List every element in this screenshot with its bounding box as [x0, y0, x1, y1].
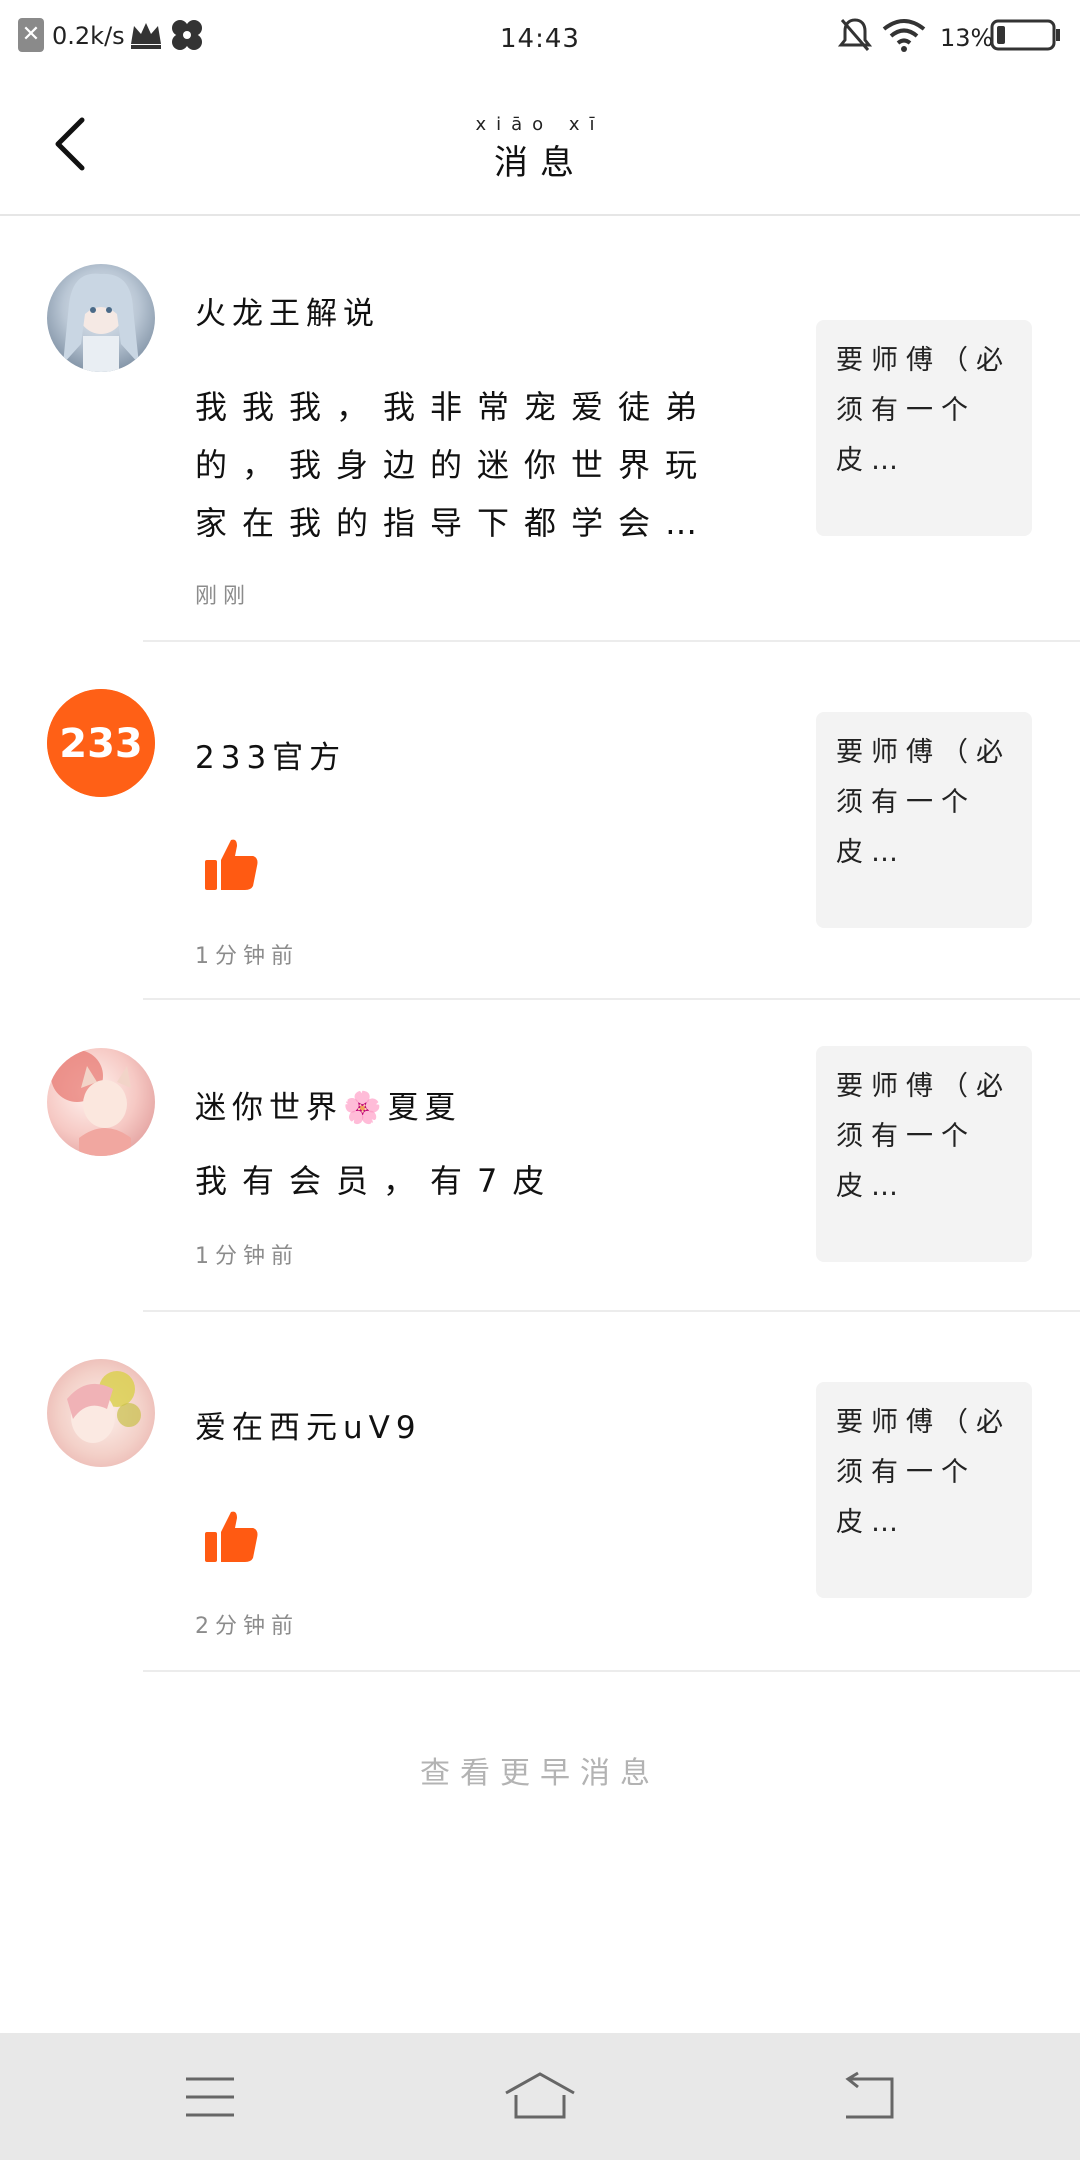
- header: xiāo xī 消息: [0, 72, 1080, 216]
- thumbs-up-icon: [205, 839, 258, 890]
- avatar[interactable]: [47, 1048, 155, 1156]
- page-title-text: 消息: [494, 143, 586, 183]
- sender-name: 迷你世界🌸夏夏: [195, 1090, 462, 1126]
- load-older-messages-link[interactable]: 查看更早消息: [0, 1748, 1080, 1792]
- pinwheel-icon: [172, 20, 202, 50]
- page-title: xiāo xī 消息: [0, 114, 1080, 184]
- crown-icon: [131, 23, 161, 49]
- system-nav-bar: [0, 2033, 1080, 2160]
- message-time: 1分钟前: [195, 944, 299, 969]
- battery-percentage: 13%: [940, 24, 994, 52]
- thumbs-up-icon: [205, 1511, 258, 1562]
- message-item[interactable]: 233 233官方 1分钟前 要师傅（必须有一个皮…: [0, 642, 1080, 998]
- battery-icon: [990, 19, 1060, 51]
- page-title-pinyin: xiāo xī: [475, 114, 605, 135]
- preview-text: 要师傅（必须有一个皮…: [836, 1071, 1011, 1202]
- message-body: 我有会员，有7皮: [195, 1162, 560, 1200]
- close-notification-icon: ✕: [18, 18, 44, 52]
- quoted-post-preview[interactable]: 要师傅（必须有一个皮…: [816, 320, 1032, 536]
- message-time: 1分钟前: [195, 1244, 299, 1269]
- avatar[interactable]: [47, 264, 155, 372]
- quoted-post-preview[interactable]: 要师傅（必须有一个皮…: [816, 1046, 1032, 1262]
- preview-text: 要师傅（必须有一个皮…: [836, 345, 1011, 476]
- sender-name: 233官方: [195, 740, 347, 776]
- avatar[interactable]: 233: [47, 689, 155, 797]
- menu-icon[interactable]: [184, 2075, 236, 2119]
- quoted-post-preview[interactable]: 要师傅（必须有一个皮…: [816, 1382, 1032, 1598]
- message-time: 刚刚: [195, 584, 252, 609]
- sender-name: 火龙王解说: [195, 296, 380, 332]
- wifi-icon: [882, 19, 926, 52]
- back-icon[interactable]: [840, 2071, 896, 2121]
- network-speed: 0.2k/s: [52, 22, 125, 50]
- preview-text: 要师傅（必须有一个皮…: [836, 1407, 1011, 1538]
- message-item[interactable]: 迷你世界🌸夏夏 我有会员，有7皮 1分钟前 要师傅（必须有一个皮…: [0, 1000, 1080, 1310]
- message-time: 2分钟前: [195, 1614, 299, 1639]
- preview-text: 要师傅（必须有一个皮…: [836, 737, 1011, 868]
- message-item[interactable]: 爱在西元uV9 2分钟前 要师傅（必须有一个皮…: [0, 1312, 1080, 1670]
- bell-muted-icon: [838, 18, 872, 51]
- avatar[interactable]: [47, 1359, 155, 1467]
- status-bar: ✕ 0.2k/s 14:43 13%: [0, 0, 1080, 72]
- sender-name: 爱在西元uV9: [195, 1410, 422, 1446]
- divider: [143, 1670, 1080, 1672]
- message-body: 我我我，我非常宠爱徒弟的，我身边的迷你世界玩家在我的指导下都学会…: [195, 388, 713, 542]
- svg-text:233: 233: [59, 721, 143, 767]
- home-icon[interactable]: [504, 2071, 576, 2121]
- clock: 14:43: [500, 24, 580, 54]
- quoted-post-preview[interactable]: 要师傅（必须有一个皮…: [816, 712, 1032, 928]
- message-item[interactable]: 火龙王解说 我我我，我非常宠爱徒弟的，我身边的迷你世界玩家在我的指导下都学会… …: [0, 216, 1080, 640]
